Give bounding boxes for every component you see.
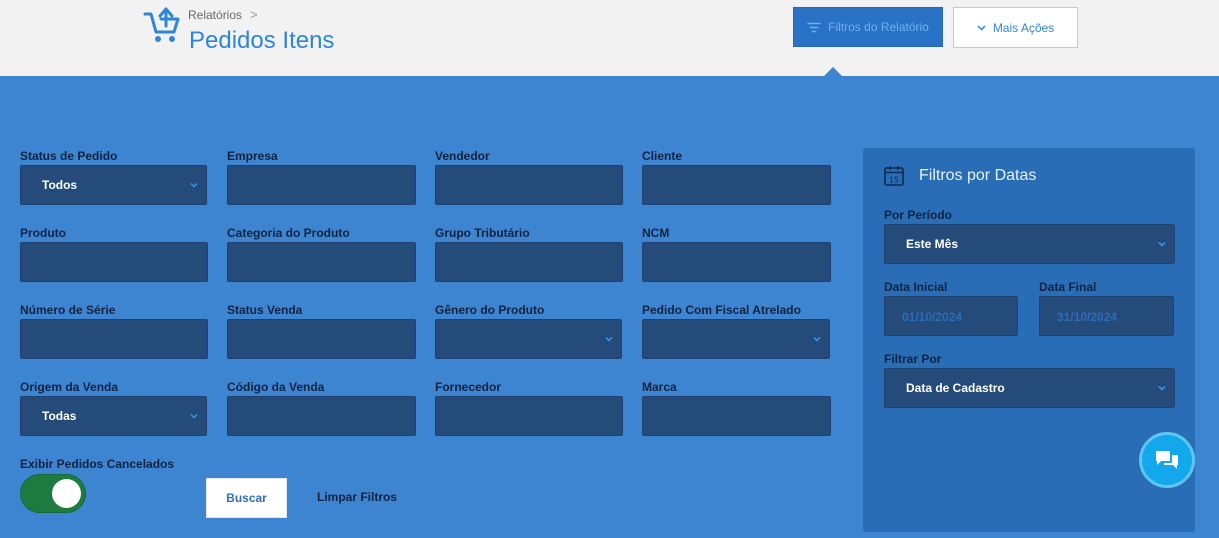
page-title: Pedidos Itens <box>189 27 335 54</box>
fornecedor-label: Fornecedor <box>435 380 502 394</box>
chevron-down-icon <box>1158 241 1166 247</box>
pedido-fiscal-select[interactable] <box>642 319 830 359</box>
numero-serie-input[interactable] <box>20 319 208 359</box>
exibir-cancelados-toggle[interactable] <box>20 474 86 513</box>
buscar-button[interactable]: Buscar <box>206 478 287 518</box>
grupo-tributario-label: Grupo Tributário <box>435 226 530 240</box>
status-pedido-select[interactable]: Todos <box>20 165 207 205</box>
vendedor-input[interactable] <box>435 165 623 205</box>
marca-input[interactable] <box>642 396 831 436</box>
filtrar-por-select[interactable]: Data de Cadastro <box>884 368 1175 408</box>
produto-input[interactable] <box>20 242 208 282</box>
breadcrumb-link-relatorios[interactable]: Relatórios <box>188 8 242 22</box>
origem-venda-select[interactable]: Todas <box>20 396 207 436</box>
more-actions-label: Mais Ações <box>992 20 1055 35</box>
filter-lines-icon <box>807 22 821 32</box>
vendedor-label: Vendedor <box>435 149 490 163</box>
filtrar-por-value: Data de Cadastro <box>906 381 1005 395</box>
status-pedido-value: Todos <box>42 178 78 192</box>
fornecedor-input[interactable] <box>435 396 623 436</box>
empresa-input[interactable] <box>227 165 416 205</box>
periodo-label: Por Período <box>884 208 953 222</box>
data-final-placeholder: 31/10/2024 <box>1057 310 1118 324</box>
data-final-label: Data Final <box>1039 280 1097 294</box>
periodo-select[interactable]: Este Mês <box>884 224 1175 264</box>
report-filters-label: Filtros do Relatório <box>828 20 929 34</box>
toggle-knob <box>52 479 81 508</box>
chevron-down-icon <box>1158 385 1166 391</box>
genero-produto-select[interactable] <box>435 319 622 359</box>
origem-venda-value: Todas <box>42 409 77 423</box>
chevron-down-icon <box>605 336 613 342</box>
numero-serie-label: Número de Série <box>20 303 116 317</box>
ncm-label: NCM <box>642 226 670 240</box>
marca-label: Marca <box>642 380 677 394</box>
filtrar-por-label: Filtrar Por <box>884 352 942 366</box>
periodo-value: Este Mês <box>906 237 959 251</box>
genero-produto-label: Gênero do Produto <box>435 303 545 317</box>
filters-panel-pointer <box>824 67 842 76</box>
grupo-tributario-input[interactable] <box>435 242 623 282</box>
origem-venda-label: Origem da Venda <box>20 380 119 394</box>
produto-label: Produto <box>20 226 66 240</box>
data-inicial-placeholder: 01/10/2024 <box>902 310 963 324</box>
pedido-fiscal-label: Pedido Com Fiscal Atrelado <box>642 303 801 317</box>
status-pedido-label: Status de Pedido <box>20 149 118 163</box>
data-inicial-input[interactable]: 01/10/2024 <box>884 296 1018 336</box>
report-filters-button[interactable]: Filtros do Relatório <box>793 7 943 47</box>
breadcrumb-separator: > <box>250 7 258 22</box>
date-filters-title: Filtros por Datas <box>919 167 1037 184</box>
data-final-input[interactable]: 31/10/2024 <box>1039 296 1174 336</box>
chat-button[interactable] <box>1139 432 1195 488</box>
limpar-filtros-button[interactable]: Limpar Filtros <box>317 490 397 504</box>
chat-bubbles-icon <box>1156 451 1178 469</box>
svg-text:15: 15 <box>889 176 899 185</box>
exibir-cancelados-label: Exibir Pedidos Cancelados <box>20 457 175 471</box>
codigo-venda-input[interactable] <box>227 396 416 436</box>
categoria-produto-input[interactable] <box>227 242 416 282</box>
cart-upload-icon <box>143 7 180 42</box>
chevron-down-icon <box>190 182 198 188</box>
data-inicial-label: Data Inicial <box>884 280 948 294</box>
status-venda-label: Status Venda <box>227 303 303 317</box>
chevron-down-icon <box>190 413 198 419</box>
empresa-label: Empresa <box>227 149 278 163</box>
chevron-down-icon <box>813 336 821 342</box>
calendar-icon: 15 <box>884 166 904 186</box>
chevron-down-icon <box>977 24 986 31</box>
breadcrumb: Relatórios > <box>188 7 258 22</box>
codigo-venda-label: Código da Venda <box>227 380 325 394</box>
cliente-label: Cliente <box>642 149 683 163</box>
status-venda-input[interactable] <box>227 319 416 359</box>
page-header: Relatórios > Pedidos Itens Filtros do Re… <box>0 0 1219 76</box>
categoria-produto-label: Categoria do Produto <box>227 226 350 240</box>
ncm-input[interactable] <box>642 242 831 282</box>
cliente-input[interactable] <box>642 165 831 205</box>
more-actions-button[interactable]: Mais Ações <box>953 7 1078 48</box>
